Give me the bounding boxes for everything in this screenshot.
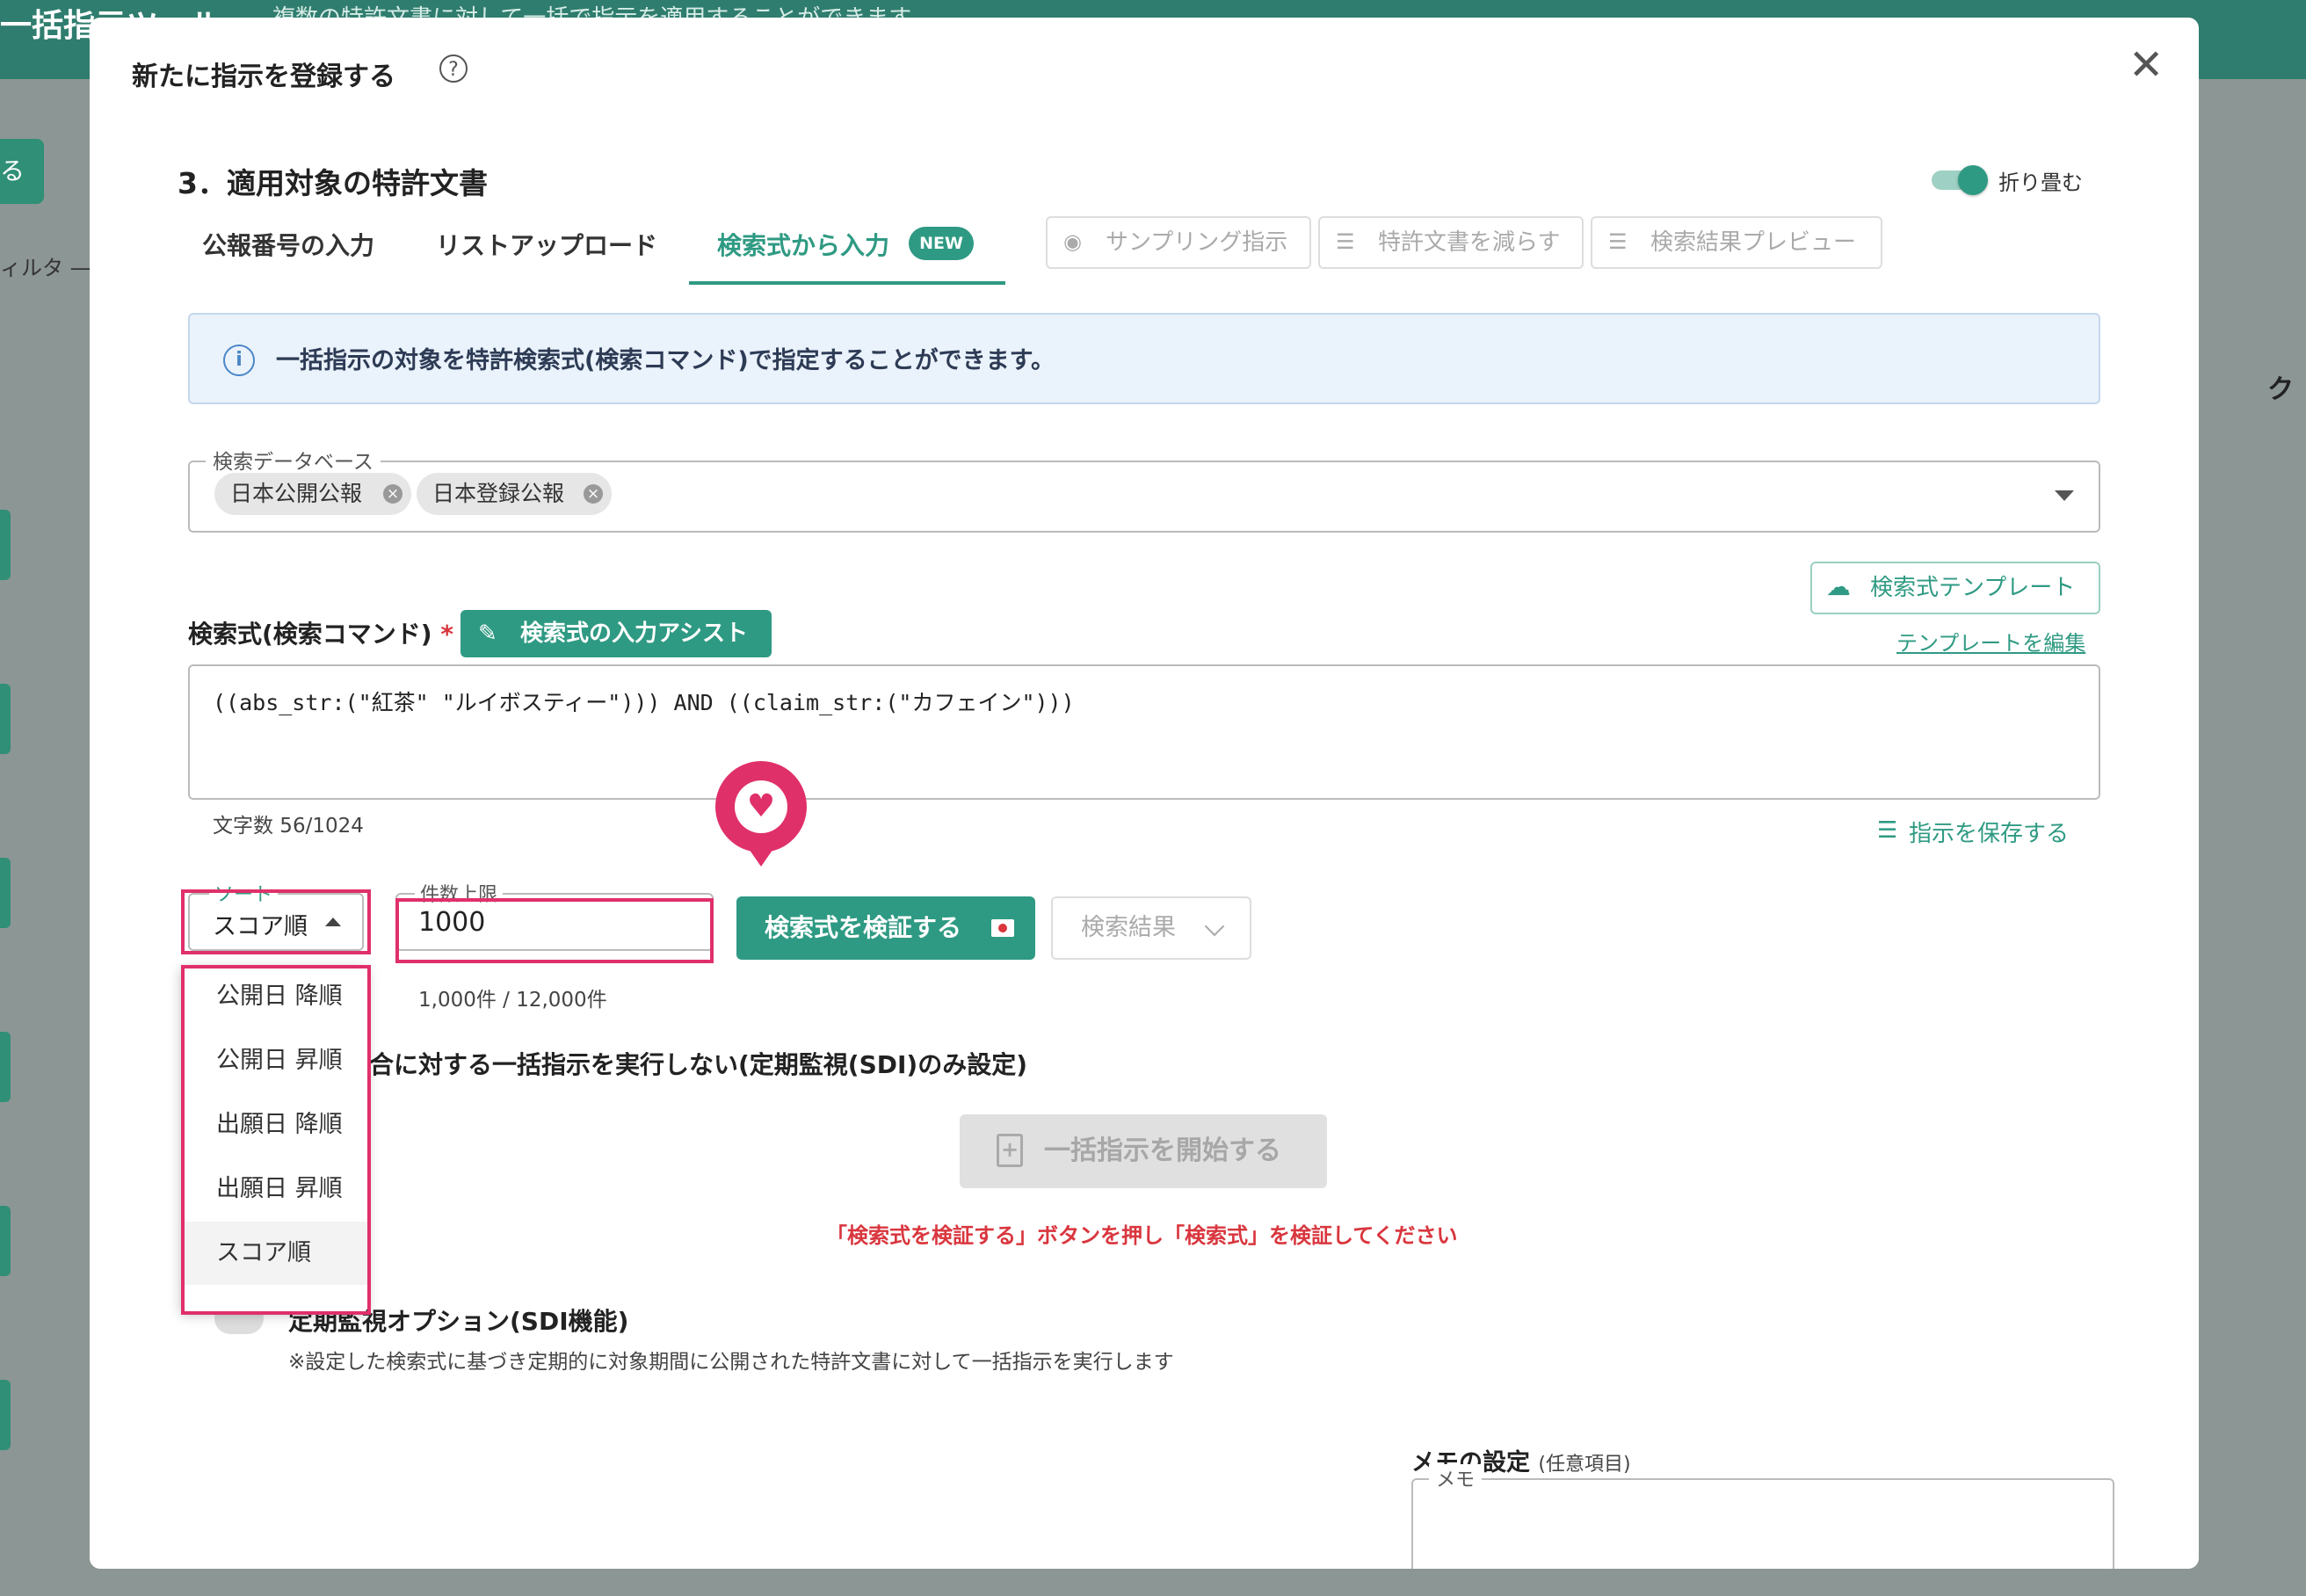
chip-remove-icon[interactable]: × — [383, 484, 402, 504]
query-assist-label: 検索式の入力アシスト — [520, 620, 748, 647]
query-template-button[interactable]: ☁ 検索式テンプレート — [1810, 562, 2100, 614]
database-chip-label: 日本登録公報 — [432, 481, 565, 506]
app-row-marker — [0, 684, 11, 754]
reduce-documents-label: 特許文書を減らす — [1378, 229, 1561, 256]
sampling-label: サンプリング指示 — [1106, 229, 1288, 256]
query-assist-button[interactable]: ✎ 検索式の入力アシスト — [460, 610, 772, 657]
database-chip: 日本公開公報 × — [214, 473, 411, 515]
memo-textarea[interactable] — [1411, 1478, 2114, 1569]
close-icon[interactable]: ✕ — [2128, 44, 2164, 86]
app-row-marker — [0, 858, 11, 928]
new-badge: NEW — [909, 227, 974, 260]
dropdown-caret-icon[interactable] — [2055, 490, 2074, 501]
sdi-only-option: 合に対する一括指示を実行しない(定期監視(SDI)のみ設定) — [369, 1050, 1028, 1079]
query-label-text: 検索式(検索コマンド) — [188, 620, 432, 649]
app-filter-label: ィルタ — — [0, 256, 91, 280]
query-textarea[interactable]: ((abs_str:("紅茶" "ルイボスティー"))) AND ((claim… — [188, 664, 2100, 800]
database-chip: 日本登録公報 × — [417, 473, 612, 515]
verify-query-button[interactable]: 検索式を検証する — [736, 896, 1035, 960]
result-preview-button[interactable]: ☰ 検索結果プレビュー — [1591, 216, 1882, 269]
active-tab-indicator — [689, 281, 1005, 285]
result-preview-label: 検索結果プレビュー — [1650, 229, 1857, 256]
limit-highlight — [395, 898, 714, 963]
sort-highlight — [181, 889, 371, 954]
eye-icon: ◉ — [1063, 229, 1082, 254]
playlist-add-icon[interactable]: ☰ — [1877, 817, 1897, 844]
list-check-icon: ☰ — [1608, 229, 1628, 254]
modal-title: 新たに指示を登録する — [132, 62, 395, 92]
sampling-button[interactable]: ◉ サンプリング指示 — [1046, 216, 1311, 269]
save-instruction-link[interactable]: 指示を保存する — [1909, 816, 2069, 848]
toggle-knob — [1958, 165, 1988, 195]
app-row-marker — [0, 510, 11, 580]
start-batch-button[interactable]: + 一括指示を開始する — [960, 1114, 1327, 1188]
query-label: 検索式(検索コマンド) * — [188, 615, 453, 650]
tab-publication-number[interactable]: 公報番号の入力 — [202, 227, 374, 262]
info-icon: i — [223, 345, 255, 376]
chip-remove-icon[interactable]: × — [584, 484, 603, 504]
app-row-marker — [0, 1032, 11, 1102]
list-remove-icon: ☰ — [1336, 229, 1355, 254]
app-column-label: ク — [2267, 374, 2294, 405]
sdi-option-description: ※設定した検索式に基づき定期的に対象期間に公開された特許文書に対して一括指示を実… — [288, 1351, 1174, 1374]
reduce-documents-button[interactable]: ☰ 特許文書を減らす — [1318, 216, 1584, 269]
cloud-download-icon: ☁ — [1826, 572, 1851, 601]
app-action-button[interactable]: る — [0, 139, 44, 204]
start-batch-label: 一括指示を開始する — [1044, 1135, 1281, 1166]
register-instruction-modal: 新たに指示を登録する ? ✕ 3．適用対象の特許文書 折り畳む 公報番号の入力 … — [90, 18, 2199, 1569]
edit-template-link[interactable]: テンプレートを編集 — [1896, 626, 2085, 657]
collapse-label: 折り畳む — [1998, 170, 2083, 195]
app-row-marker — [0, 1206, 11, 1276]
heart-icon: ♥ — [735, 780, 787, 833]
memo-optional: (任意項目) — [1538, 1454, 1631, 1476]
japan-flag-icon — [991, 919, 1014, 937]
file-plus-icon: + — [997, 1134, 1023, 1167]
memo-label: メモ — [1429, 1464, 1483, 1492]
tab-search-query[interactable]: 検索式から入力 — [717, 227, 889, 262]
char-count: 文字数 56/1024 — [213, 815, 364, 838]
chevron-down-icon — [1204, 916, 1225, 937]
help-icon[interactable]: ? — [439, 54, 468, 83]
tab-list-upload[interactable]: リストアップロード — [436, 227, 657, 262]
collapse-toggle[interactable] — [1932, 165, 1988, 195]
sort-menu-highlight — [181, 965, 371, 1315]
query-template-label: 検索式テンプレート — [1870, 575, 2076, 601]
info-text: 一括指示の対象を特許検索式(検索コマンド)で指定することができます。 — [276, 347, 1055, 374]
verify-query-label: 検索式を検証する — [765, 913, 962, 942]
edit-list-icon: ✎ — [478, 620, 497, 647]
validation-warning: 「検索式を検証する」ボタンを押し「検索式」を検証してください — [826, 1223, 1458, 1248]
info-banner: i 一括指示の対象を特許検索式(検索コマンド)で指定することができます。 — [188, 313, 2100, 404]
database-chip-label: 日本公開公報 — [230, 481, 363, 506]
limit-help: 1,000件 / 12,000件 — [418, 989, 607, 1012]
app-row-marker — [0, 1380, 11, 1450]
required-mark: * — [440, 620, 454, 649]
search-result-label: 検索結果 — [1081, 914, 1176, 941]
section-title: 3．適用対象の特許文書 — [178, 166, 488, 200]
query-text: ((abs_str:("紅茶" "ルイボスティー"))) AND ((claim… — [213, 690, 1075, 715]
database-label: 検索データベース — [206, 445, 381, 475]
search-result-button[interactable]: 検索結果 — [1051, 896, 1251, 960]
